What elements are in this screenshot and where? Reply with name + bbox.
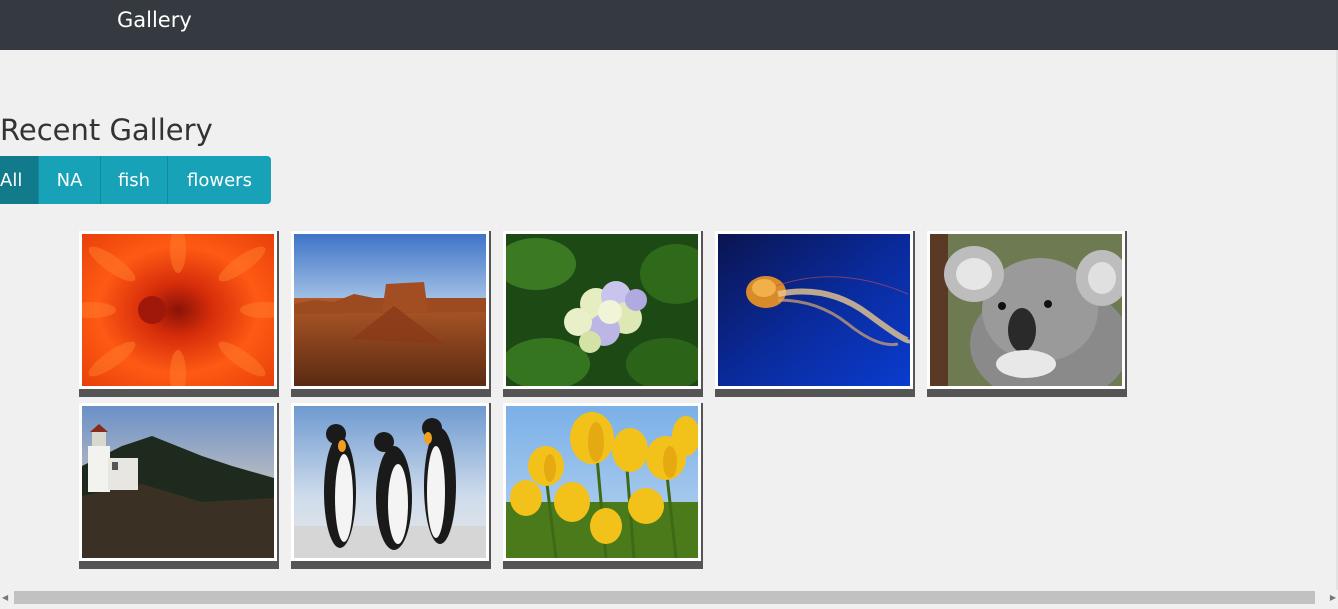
gallery-item-koala[interactable]: [927, 231, 1127, 397]
scroll-left-arrow-icon[interactable]: ◀: [2, 593, 8, 603]
tulips-image[interactable]: [506, 406, 698, 558]
scroll-right-arrow-icon[interactable]: ▶: [1330, 593, 1336, 603]
gallery-item-lighthouse[interactable]: [79, 403, 279, 569]
brand-link[interactable]: Gallery: [117, 7, 192, 33]
hydrangeas-image[interactable]: [506, 234, 698, 386]
filter-bar: All NA fish flowers: [0, 156, 271, 204]
gallery-item-hydrangeas[interactable]: [503, 231, 703, 397]
filter-fish-button[interactable]: fish: [101, 156, 168, 204]
filter-na-button[interactable]: NA: [39, 156, 101, 204]
scrollbar-thumb[interactable]: [14, 591, 1315, 604]
horizontal-scrollbar[interactable]: ◀ ▶: [0, 590, 1338, 606]
gallery-item-jellyfish[interactable]: [715, 231, 915, 397]
chrysanthemum-image[interactable]: [82, 234, 274, 386]
desert-image[interactable]: [294, 234, 486, 386]
filter-flowers-button[interactable]: flowers: [168, 156, 271, 204]
penguins-image[interactable]: [294, 406, 486, 558]
section-title: Recent Gallery: [0, 113, 213, 147]
jellyfish-image[interactable]: [718, 234, 910, 386]
gallery-item-chrysanthemum[interactable]: [79, 231, 279, 397]
koala-image[interactable]: [930, 234, 1122, 386]
filter-all-button[interactable]: All: [0, 156, 39, 204]
navbar: Gallery: [0, 0, 1338, 50]
gallery-item-desert[interactable]: [291, 231, 491, 397]
gallery-item-penguins[interactable]: [291, 403, 491, 569]
gallery-item-tulips[interactable]: [503, 403, 703, 569]
lighthouse-image[interactable]: [82, 406, 274, 558]
